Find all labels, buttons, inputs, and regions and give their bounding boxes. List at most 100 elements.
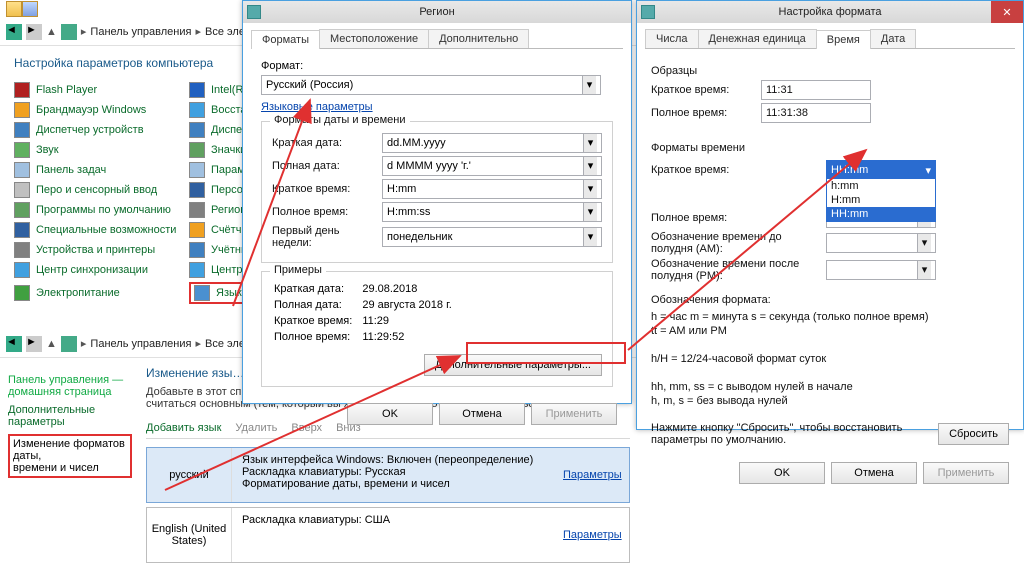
cp-item-link[interactable]: Перо и сенсорный ввод — [36, 184, 157, 196]
cp-item-icon — [189, 182, 205, 198]
back-icon[interactable]: ◄ — [6, 336, 22, 352]
cp-item-icon — [189, 142, 205, 158]
example-label: Краткая дата: — [274, 282, 360, 296]
language-list: русскийЯзык интерфейса Windows: Включен … — [146, 439, 630, 563]
long-time-label: Полное время: — [651, 212, 826, 224]
cp-item-link[interactable]: Панель задач — [36, 164, 106, 176]
tab-location[interactable]: Местоположение — [319, 29, 429, 48]
chevron-down-icon: ▾ — [583, 180, 597, 198]
cp-item-link[interactable]: Устройства и принтеры — [36, 244, 155, 256]
cp-item-icon — [14, 262, 30, 278]
language-row[interactable]: English (United States)Раскладка клавиат… — [146, 507, 630, 563]
chevron-down-icon: ▾ — [917, 234, 931, 252]
tab-currency[interactable]: Денежная единица — [698, 29, 817, 48]
cp-item-link[interactable]: Звук — [36, 144, 59, 156]
reset-button[interactable]: Сбросить — [938, 423, 1009, 445]
forward-icon[interactable]: ► — [26, 336, 42, 352]
cp-item-icon — [14, 82, 30, 98]
field-select[interactable]: понедельник▾ — [382, 227, 602, 247]
tab-date[interactable]: Дата — [870, 29, 916, 48]
ok-button[interactable]: OK — [347, 403, 433, 425]
field-label: Краткое время: — [272, 183, 382, 195]
am-select[interactable]: ▾ — [826, 233, 936, 253]
cp-item-icon — [14, 202, 30, 218]
cp-item-link[interactable]: Брандмауэр Windows — [36, 104, 146, 116]
format-settings-tabs: Числа Денежная единица Время Дата — [645, 29, 1015, 49]
short-time-select[interactable]: HH:mm▾ h:mm H:mm HH:mm — [826, 160, 936, 180]
window-title: Настройка формата — [779, 6, 882, 18]
cp-item-icon — [189, 202, 205, 218]
cp-item-icon — [14, 242, 30, 258]
cp-item-icon — [14, 222, 30, 238]
cp-item-link[interactable]: Электропитание — [36, 287, 120, 299]
back-icon[interactable]: ◄ — [6, 24, 22, 40]
cp-item-link[interactable]: Flash Player — [36, 84, 97, 96]
language-row[interactable]: русскийЯзык интерфейса Windows: Включен … — [146, 447, 630, 503]
sample-long-value: 11:31:38 — [761, 103, 871, 123]
cp-item-link[interactable]: Программы по умолчанию — [36, 204, 171, 216]
add-language-link[interactable]: Добавить язык — [146, 422, 221, 434]
tab-numbers[interactable]: Числа — [645, 29, 699, 48]
sample-short-value: 11:31 — [761, 80, 871, 100]
ok-button[interactable]: OK — [739, 462, 825, 484]
dropdown-option[interactable]: HH:mm — [827, 207, 935, 221]
sample-long-label: Полное время: — [651, 107, 761, 119]
apply-button[interactable]: Применить — [923, 462, 1009, 484]
language-settings-link[interactable]: Языковые параметры — [261, 101, 373, 113]
cp-item-link[interactable]: Специальные возможности — [36, 224, 176, 236]
am-label: Обозначение времени до полудня (AM): — [651, 231, 826, 255]
sidebar-item-formats[interactable]: Изменение форматов даты, времени и чисел — [8, 434, 132, 478]
up-icon[interactable]: ▲ — [46, 338, 57, 350]
forward-icon[interactable]: ► — [26, 24, 42, 40]
language-options-link[interactable]: Параметры — [563, 529, 622, 541]
field-select[interactable]: dd.MM.yyyy▾ — [382, 133, 602, 153]
language-options-link[interactable]: Параметры — [563, 469, 622, 481]
field-select[interactable]: H:mm:ss▾ — [382, 202, 602, 222]
up-icon[interactable]: ▲ — [46, 26, 57, 38]
folder-icon — [6, 1, 22, 17]
titlebar: Регион — [243, 1, 631, 23]
cp-item-icon — [14, 142, 30, 158]
settings-icon — [641, 5, 655, 19]
chevron-down-icon: ▾ — [582, 76, 596, 94]
tab-formats[interactable]: Форматы — [251, 30, 320, 49]
format-select[interactable]: Русский (Россия)▾ — [261, 75, 601, 95]
cancel-button[interactable]: Отмена — [439, 403, 525, 425]
cp-item-link[interactable]: Центр синхронизации — [36, 264, 148, 276]
language-name: English (United States) — [147, 508, 232, 562]
tab-advanced[interactable]: Дополнительно — [428, 29, 529, 48]
sidebar-item-extra[interactable]: Дополнительные параметры — [8, 404, 132, 428]
field-label: Полное время: — [272, 206, 382, 218]
cp-item-icon — [14, 285, 30, 301]
dropdown-option[interactable]: h:mm — [827, 179, 935, 193]
apply-button[interactable]: Применить — [531, 403, 617, 425]
example-label: Полная дата: — [274, 298, 360, 312]
field-label: Первый день недели: — [272, 225, 382, 249]
time-formats-group: Форматы времени Краткое время: HH:mm▾ h:… — [651, 142, 1009, 446]
cp-item-link[interactable]: Язык — [216, 287, 242, 299]
field-select[interactable]: H:mm▾ — [382, 179, 602, 199]
chevron-down-icon: ▾ — [583, 203, 597, 221]
tab-time[interactable]: Время — [816, 30, 871, 49]
dropdown-option[interactable]: H:mm — [827, 193, 935, 207]
field-select[interactable]: d MMMM yyyy 'г.'▾ — [382, 156, 602, 176]
close-icon[interactable]: ✕ — [991, 1, 1023, 23]
cp-item-icon — [194, 285, 210, 301]
pm-select[interactable]: ▾ — [826, 260, 936, 280]
example-value: 11:29 — [362, 314, 459, 328]
cp-item-icon — [189, 102, 205, 118]
cp-item-link[interactable]: Диспетчер устройств — [36, 124, 144, 136]
cp-item-icon — [189, 222, 205, 238]
sidebar-home[interactable]: Панель управления — домашняя страница — [8, 374, 132, 398]
format-settings-dialog: Настройка формата ✕ Числа Денежная едини… — [636, 0, 1024, 430]
dialog-buttons: OK Отмена Применить — [243, 395, 631, 433]
breadcrumb-item[interactable]: Панель управления — [90, 26, 191, 38]
titlebar: Настройка формата ✕ — [637, 1, 1023, 23]
sample-short-label: Краткое время: — [651, 84, 761, 96]
cp-item-icon — [189, 122, 205, 138]
cancel-button[interactable]: Отмена — [831, 462, 917, 484]
region-tabs: Форматы Местоположение Дополнительно — [251, 29, 623, 49]
date-time-formats-group: Форматы даты и времени Краткая дата:dd.M… — [261, 121, 613, 263]
breadcrumb-item[interactable]: Панель управления — [90, 338, 191, 350]
language-desc: Язык интерфейса Windows: Включен (переоп… — [232, 448, 559, 502]
